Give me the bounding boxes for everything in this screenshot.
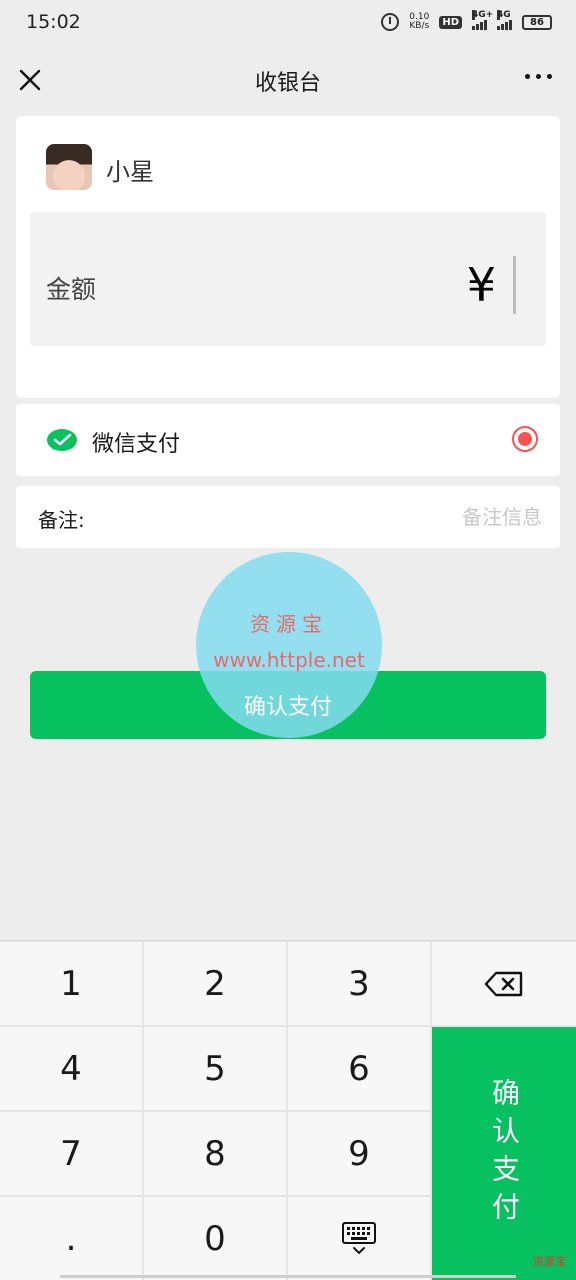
watermark-line1: 资源宝: [250, 612, 328, 636]
payment-method-label: 微信支付: [92, 432, 181, 457]
amount-label: 金额: [46, 275, 97, 304]
avatar: [46, 144, 92, 190]
key-6[interactable]: 6: [288, 1027, 430, 1110]
remark-label: 备注:: [38, 508, 85, 532]
keypad-confirm-pay-button[interactable]: 确认支付 资源宝: [432, 1027, 576, 1280]
keypad-confirm-pay-label: 确认支付: [488, 1078, 521, 1230]
wechat-pay-icon: [47, 429, 77, 451]
signal-4g-icon: 4G: [497, 10, 512, 30]
radio-selected-icon[interactable]: [512, 426, 538, 452]
key-dot[interactable]: .: [0, 1197, 142, 1280]
keyboard-hide-icon: [342, 1222, 376, 1255]
alarm-icon: [381, 13, 400, 31]
corner-watermark: 资源宝: [533, 1255, 566, 1268]
confirm-pay-label: 确认支付: [243, 695, 332, 720]
home-indicator: [60, 1275, 516, 1278]
page-title: 收银台: [254, 71, 321, 96]
payment-method-row[interactable]: 微信支付: [16, 404, 560, 476]
hd-badge: HD: [439, 15, 462, 29]
remark-row: 备注:: [16, 486, 560, 548]
text-cursor: [513, 256, 516, 314]
key-0[interactable]: 0: [144, 1197, 286, 1280]
key-9[interactable]: 9: [288, 1112, 430, 1195]
backspace-icon: [484, 971, 523, 996]
status-bar: 15:02 0.10 KB/s HD 4G+ 4G 86: [0, 0, 576, 44]
key-8[interactable]: 8: [144, 1112, 286, 1195]
status-icons: 0.10 KB/s HD 4G+ 4G 86: [381, 10, 552, 31]
more-icon[interactable]: [525, 74, 552, 79]
key-2[interactable]: 2: [144, 942, 286, 1025]
battery-icon: 86: [522, 14, 552, 30]
signal-4g-plus-label: 4G+: [472, 10, 494, 20]
network-speed-unit: KB/s: [409, 21, 430, 31]
number-keypad: 1 2 3 4 5 6 7 8 9 . 0 确认支付 资源宝: [0, 940, 576, 1280]
key-3[interactable]: 3: [288, 942, 430, 1025]
backspace-key[interactable]: [432, 942, 576, 1025]
key-1[interactable]: 1: [0, 942, 142, 1025]
payee-card: 小星 金额 ¥: [16, 116, 560, 398]
network-speed: 0.10 KB/s: [409, 13, 429, 31]
nav-bar: 收银台: [0, 44, 576, 118]
watermark-line2: www.httple.net: [213, 648, 365, 672]
currency-symbol: ¥: [466, 258, 496, 312]
amount-field[interactable]: 金额 ¥: [30, 212, 546, 346]
status-time: 15:02: [26, 11, 81, 33]
key-7[interactable]: 7: [0, 1112, 142, 1195]
close-icon[interactable]: [16, 66, 44, 94]
key-4[interactable]: 4: [0, 1027, 142, 1110]
remark-input[interactable]: [106, 496, 542, 538]
signal-4g-plus-icon: 4G+: [472, 10, 493, 30]
hide-keyboard-key[interactable]: [288, 1197, 430, 1280]
signal-4g-label: 4G: [497, 10, 511, 20]
key-5[interactable]: 5: [144, 1027, 286, 1110]
payee-name: 小星: [106, 158, 154, 186]
